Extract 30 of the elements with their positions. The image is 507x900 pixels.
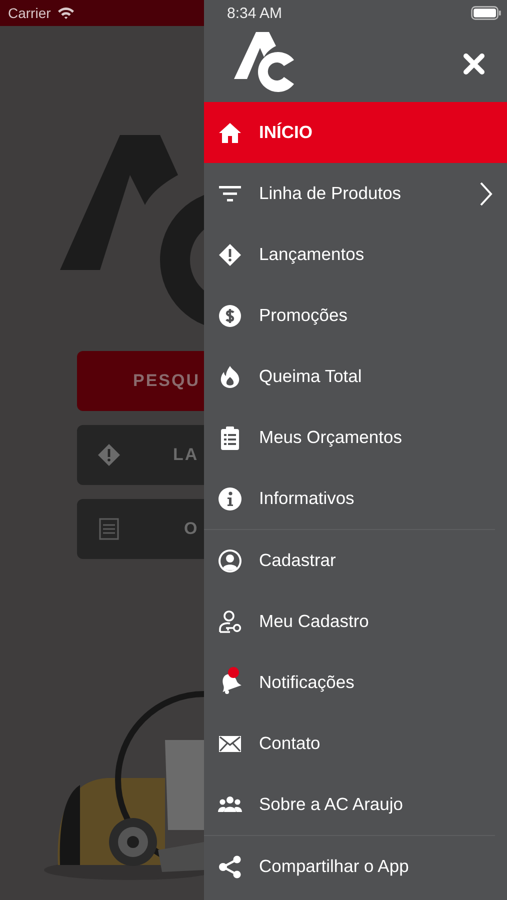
- menu-item[interactable]: Queima Total: [204, 346, 507, 407]
- menu-item[interactable]: Notificações: [204, 652, 507, 713]
- menu-item[interactable]: Meus Orçamentos: [204, 407, 507, 468]
- menu-item[interactable]: INÍCIO: [204, 102, 507, 163]
- close-icon: [463, 53, 485, 75]
- close-button[interactable]: [463, 53, 485, 75]
- clock-time: 8:34 AM: [227, 4, 282, 22]
- menu-item[interactable]: Compartilhar o App: [204, 836, 507, 897]
- warning-icon: [218, 242, 242, 266]
- menu-item[interactable]: Informativos: [204, 468, 507, 529]
- menu-item[interactable]: Meu Cadastro: [204, 591, 507, 652]
- menu-item[interactable]: Contato: [204, 713, 507, 774]
- clipboard-icon: [218, 426, 242, 450]
- warning-icon: [97, 443, 121, 467]
- user-key-icon: [218, 610, 242, 634]
- menu-item[interactable]: Sobre a AC Araujo: [204, 774, 507, 835]
- info-icon: [218, 486, 242, 510]
- menu-item[interactable]: Lançamentos: [204, 224, 507, 285]
- carrier-name: Carrier: [8, 5, 51, 21]
- menu-item[interactable]: Linha de Produtos: [204, 163, 507, 224]
- share-icon: [218, 854, 242, 878]
- list-icon: [97, 517, 121, 541]
- flame-icon: [218, 364, 242, 388]
- menu-item[interactable]: Cadastrar: [204, 530, 507, 591]
- menu-item[interactable]: Promoções: [204, 285, 507, 346]
- battery-icon: [471, 6, 501, 20]
- user-icon: [218, 548, 242, 572]
- wifi-icon: [56, 6, 75, 20]
- dollar-icon: [218, 304, 242, 328]
- home-icon: [218, 120, 242, 144]
